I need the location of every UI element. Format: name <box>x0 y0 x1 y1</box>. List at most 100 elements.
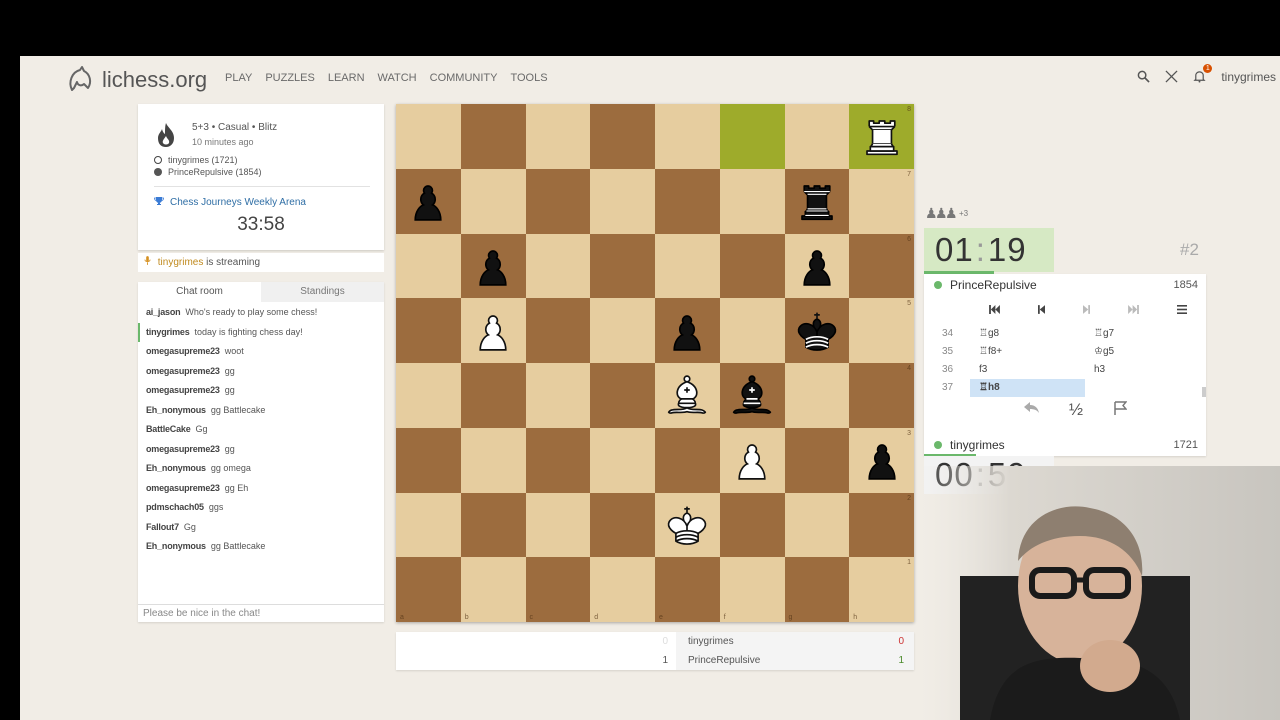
chat-username[interactable]: Eh_nonymous <box>146 541 206 551</box>
offer-draw-button[interactable]: ½ <box>1064 400 1088 420</box>
square-f3[interactable] <box>719 427 785 493</box>
chat-username[interactable]: omegasupreme23 <box>146 346 220 356</box>
square-g7[interactable] <box>784 168 850 234</box>
square-c1[interactable]: c <box>525 557 591 622</box>
takeback-icon[interactable] <box>1020 401 1044 419</box>
square-a1[interactable]: a <box>396 557 461 622</box>
logo[interactable]: lichess.org <box>64 64 207 96</box>
black-pawn-icon[interactable] <box>857 435 907 485</box>
black-pawn-icon[interactable] <box>403 176 453 226</box>
square-b1[interactable]: b <box>460 557 526 622</box>
nav-learn[interactable]: LEARN <box>328 72 365 84</box>
square-d3[interactable] <box>590 427 655 493</box>
crosstable-player[interactable]: tinygrimes <box>688 632 734 651</box>
square-c6[interactable] <box>525 233 591 299</box>
black-bishop-icon[interactable] <box>727 370 777 420</box>
square-g8[interactable] <box>784 104 850 169</box>
square-b7[interactable] <box>460 168 526 234</box>
square-h8[interactable]: 8 <box>849 104 914 169</box>
user-menu[interactable]: tinygrimes <box>1221 70 1276 84</box>
square-f4[interactable] <box>719 363 785 428</box>
square-g2[interactable] <box>784 492 850 558</box>
square-a3[interactable] <box>396 427 461 493</box>
square-c4[interactable] <box>525 363 591 428</box>
square-e4[interactable] <box>655 363 720 428</box>
tab-standings[interactable]: Standings <box>261 282 384 302</box>
square-a8[interactable] <box>396 104 461 169</box>
white-move[interactable]: ♖h8 <box>970 379 1085 397</box>
bell-icon[interactable]: 1 <box>1193 64 1213 84</box>
chat-username[interactable]: omegasupreme23 <box>146 385 220 395</box>
white-move[interactable]: ♖f8+ <box>970 343 1085 361</box>
tournament-link[interactable]: Chess Journeys Weekly Arena <box>154 196 306 209</box>
chat-username[interactable]: pdmschach05 <box>146 502 204 512</box>
chat-input[interactable]: Please be nice in the chat! <box>138 604 384 622</box>
black-pawn-icon[interactable] <box>792 241 842 291</box>
square-b4[interactable] <box>460 363 526 428</box>
square-f6[interactable] <box>719 233 785 299</box>
square-f2[interactable] <box>719 492 785 558</box>
square-d8[interactable] <box>590 104 655 169</box>
chat-username[interactable]: ai_jason <box>146 307 181 317</box>
white-king-icon[interactable] <box>662 500 712 550</box>
square-d4[interactable] <box>590 363 655 428</box>
square-g6[interactable] <box>784 233 850 299</box>
move-list-scrollbar[interactable] <box>1202 387 1206 397</box>
square-g4[interactable] <box>784 363 850 428</box>
black-pawn-icon[interactable] <box>662 306 712 356</box>
square-f1[interactable]: f <box>719 557 785 622</box>
square-e8[interactable] <box>655 104 720 169</box>
menu-icon[interactable] <box>1177 305 1187 317</box>
previous-move-icon[interactable] <box>1038 305 1045 317</box>
square-h1[interactable]: 1h <box>849 557 914 622</box>
chat-username[interactable]: Eh_nonymous <box>146 463 206 473</box>
square-c5[interactable] <box>525 298 591 363</box>
square-b3[interactable] <box>460 427 526 493</box>
square-a4[interactable] <box>396 363 461 428</box>
nav-watch[interactable]: WATCH <box>378 72 417 84</box>
square-h5[interactable]: 5 <box>849 298 914 363</box>
white-player-line[interactable]: tinygrimes (1721) <box>154 155 238 165</box>
square-c2[interactable] <box>525 492 591 558</box>
nav-tools[interactable]: TOOLS <box>510 72 547 84</box>
white-pawn-icon[interactable] <box>468 306 518 356</box>
square-e7[interactable] <box>655 168 720 234</box>
next-move-icon[interactable] <box>1083 305 1090 317</box>
first-move-icon[interactable] <box>989 305 1000 317</box>
square-f5[interactable] <box>719 298 785 363</box>
chat-username[interactable]: tinygrimes <box>146 327 190 337</box>
chat-username[interactable]: omegasupreme23 <box>146 366 220 376</box>
square-d7[interactable] <box>590 168 655 234</box>
player-name-row[interactable]: tinygrimes 1721 <box>924 434 1206 456</box>
white-move[interactable]: f3 <box>970 361 1085 379</box>
square-f8[interactable] <box>719 104 785 169</box>
square-b8[interactable] <box>460 104 526 169</box>
crosstable-player[interactable]: PrinceRepulsive <box>688 651 760 670</box>
square-c7[interactable] <box>525 168 591 234</box>
square-d1[interactable]: d <box>590 557 655 622</box>
last-move-icon[interactable] <box>1128 305 1139 317</box>
white-move[interactable]: ♖g8 <box>970 325 1085 343</box>
square-c3[interactable] <box>525 427 591 493</box>
nav-play[interactable]: PLAY <box>225 72 252 84</box>
black-move[interactable]: ♔g5 <box>1085 343 1114 361</box>
search-icon[interactable] <box>1137 70 1151 84</box>
chat-username[interactable]: Eh_nonymous <box>146 405 206 415</box>
black-rook-icon[interactable] <box>792 176 842 226</box>
square-a6[interactable] <box>396 233 461 299</box>
black-move[interactable]: h3 <box>1085 361 1105 379</box>
square-f7[interactable] <box>719 168 785 234</box>
chat-username[interactable]: omegasupreme23 <box>146 444 220 454</box>
white-rook-icon[interactable] <box>857 111 907 161</box>
square-d6[interactable] <box>590 233 655 299</box>
square-d2[interactable] <box>590 492 655 558</box>
square-e3[interactable] <box>655 427 720 493</box>
square-e6[interactable] <box>655 233 720 299</box>
tab-chat-room[interactable]: Chat room <box>138 282 261 302</box>
square-a2[interactable] <box>396 492 461 558</box>
opponent-name-row[interactable]: PrinceRepulsive 1854 <box>924 274 1206 296</box>
chat-username[interactable]: omegasupreme23 <box>146 483 220 493</box>
white-bishop-icon[interactable] <box>662 370 712 420</box>
square-g3[interactable] <box>784 427 850 493</box>
square-c8[interactable] <box>525 104 591 169</box>
